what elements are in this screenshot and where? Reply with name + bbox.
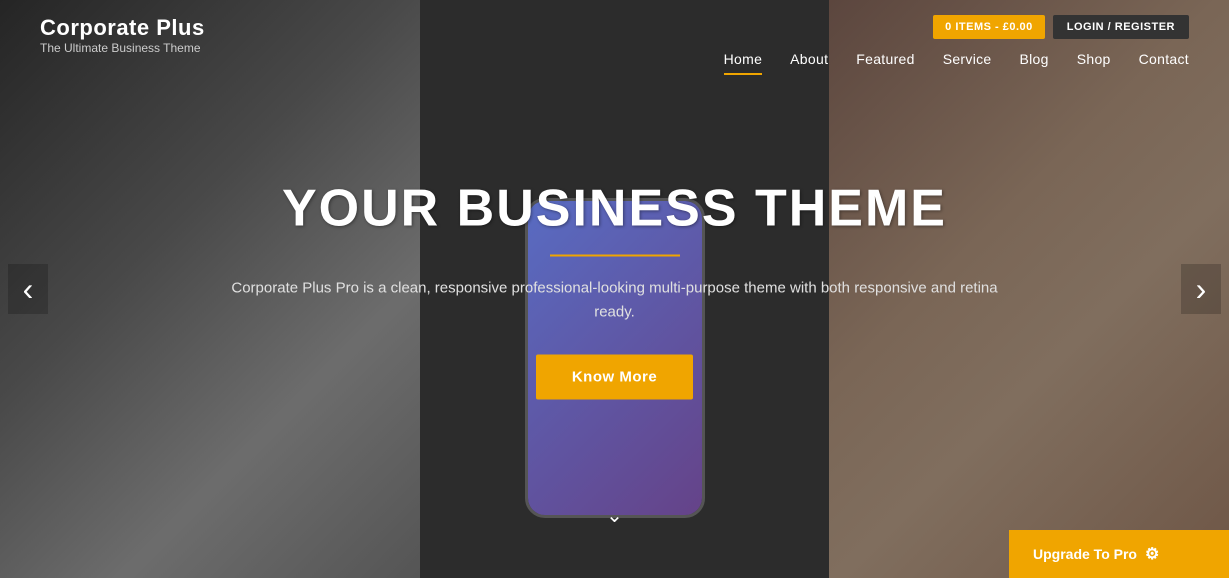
- nav-item-service[interactable]: Service: [943, 51, 992, 75]
- scroll-down-button[interactable]: ⌄: [606, 503, 623, 528]
- hero-section: Corporate Plus The Ultimate Business The…: [0, 0, 1229, 578]
- nav-item-shop[interactable]: Shop: [1077, 51, 1111, 75]
- upgrade-label: Upgrade To Pro: [1033, 546, 1137, 562]
- chevron-down-icon: ⌄: [606, 505, 623, 527]
- prev-arrow-icon: ‹: [23, 271, 34, 308]
- nav-item-contact[interactable]: Contact: [1139, 51, 1189, 75]
- header: Corporate Plus The Ultimate Business The…: [0, 0, 1229, 90]
- hero-content: YOUR BUSINESS THEME Corporate Plus Pro i…: [215, 179, 1015, 400]
- next-arrow-button[interactable]: ›: [1181, 264, 1221, 314]
- cart-button[interactable]: 0 ITEMS - £0.00: [933, 15, 1045, 39]
- hero-title: YOUR BUSINESS THEME: [215, 179, 1015, 239]
- nav-links: Home About Featured Service Blog Shop Co…: [724, 51, 1189, 75]
- logo: Corporate Plus The Ultimate Business The…: [40, 15, 205, 55]
- hero-divider: [550, 255, 680, 257]
- top-actions: 0 ITEMS - £0.00 LOGIN / REGISTER: [933, 15, 1189, 39]
- nav-item-about[interactable]: About: [790, 51, 828, 75]
- know-more-button[interactable]: Know More: [536, 355, 693, 400]
- next-arrow-icon: ›: [1196, 271, 1207, 308]
- nav-item-blog[interactable]: Blog: [1020, 51, 1049, 75]
- login-button[interactable]: LOGIN / REGISTER: [1053, 15, 1189, 39]
- hero-description: Corporate Plus Pro is a clean, responsiv…: [215, 277, 1015, 325]
- upgrade-icon: ⚙: [1145, 544, 1159, 564]
- logo-title: Corporate Plus: [40, 15, 205, 41]
- upgrade-bar[interactable]: Upgrade To Pro ⚙: [1009, 530, 1229, 578]
- nav-container: 0 ITEMS - £0.00 LOGIN / REGISTER Home Ab…: [724, 15, 1189, 75]
- logo-subtitle: The Ultimate Business Theme: [40, 41, 205, 55]
- nav-item-featured[interactable]: Featured: [856, 51, 914, 75]
- prev-arrow-button[interactable]: ‹: [8, 264, 48, 314]
- nav-item-home[interactable]: Home: [724, 51, 763, 75]
